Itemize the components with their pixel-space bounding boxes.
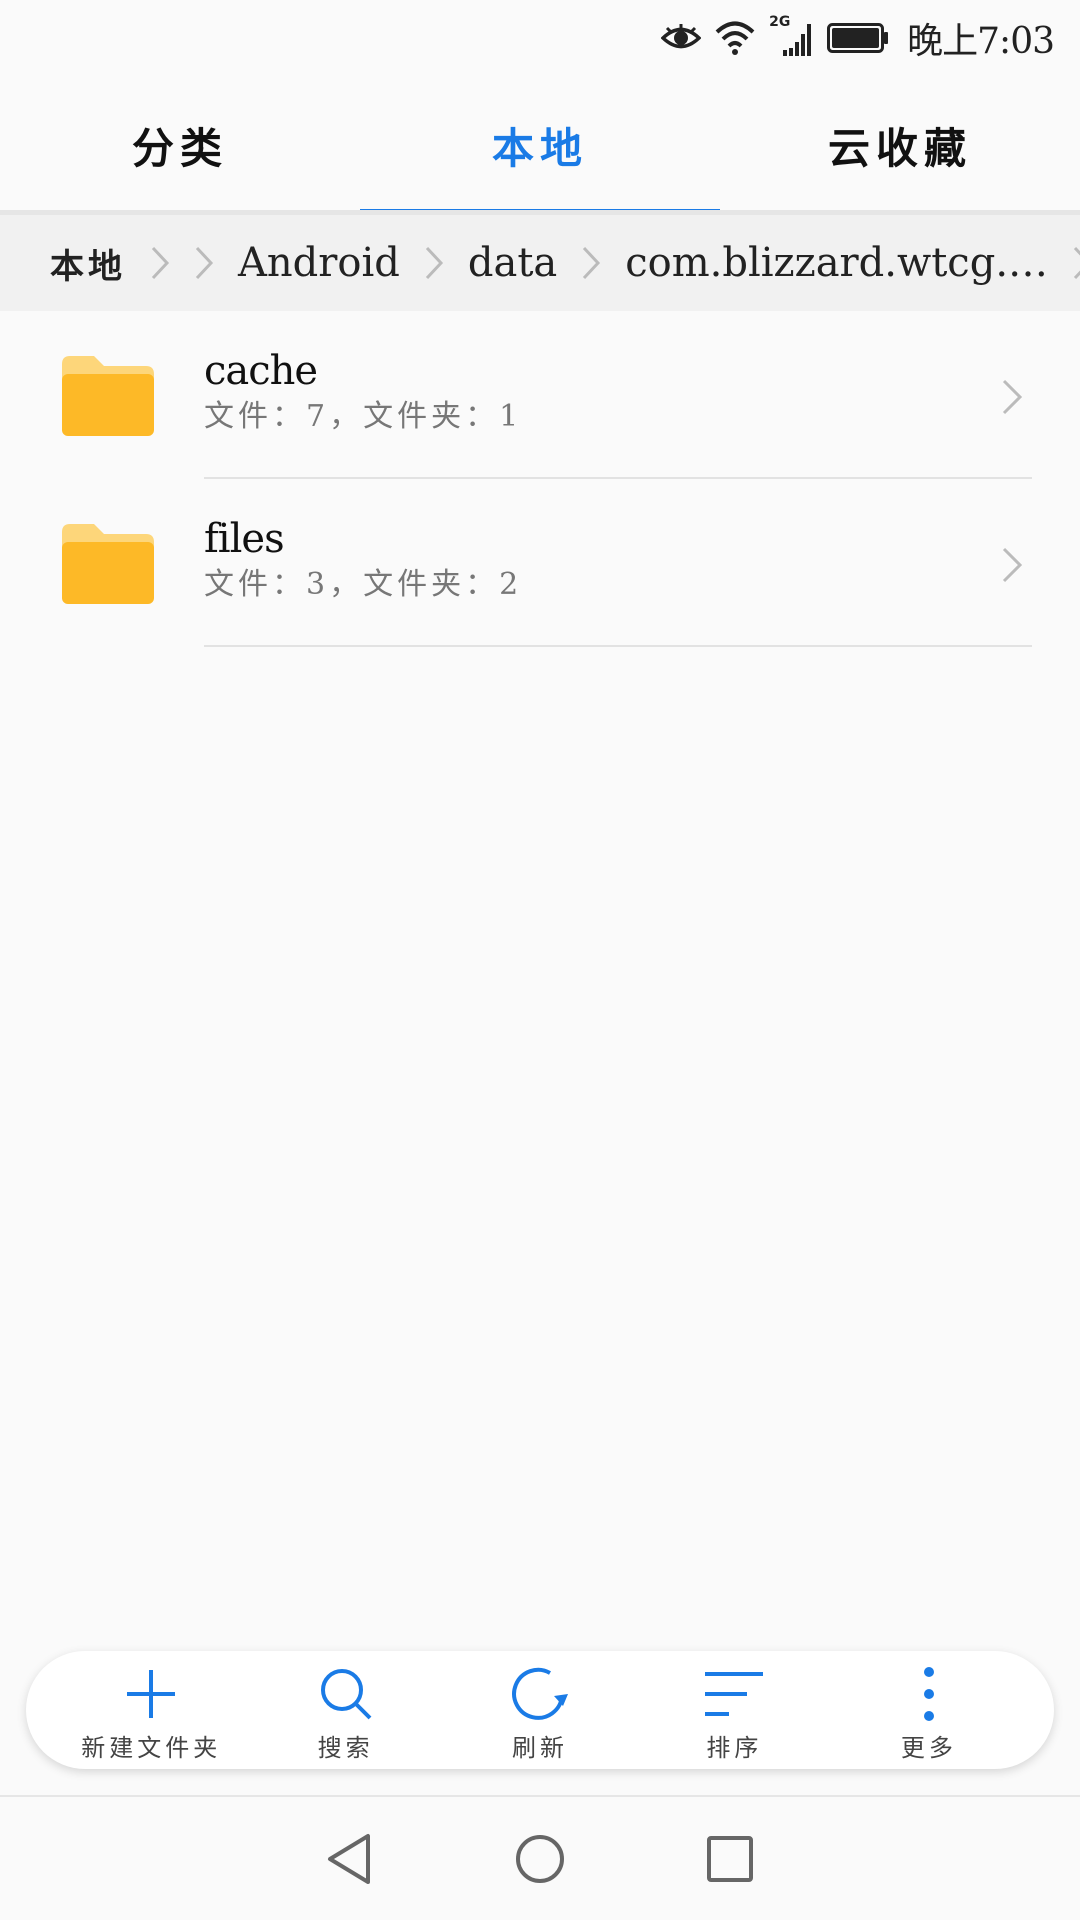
refresh-icon xyxy=(512,1667,569,1720)
more-vertical-icon xyxy=(923,1666,934,1721)
row-divider xyxy=(204,645,1032,647)
chevron-right-icon xyxy=(1000,377,1024,421)
file-meta: 文件：3，文件夹：2 xyxy=(204,567,523,602)
home-button[interactable] xyxy=(510,1829,570,1889)
folder-icon xyxy=(62,356,154,440)
chevron-right-icon xyxy=(1000,545,1024,589)
network-type-label: 2G xyxy=(769,13,791,30)
file-row-files[interactable]: files 文件：3，文件夹：2 xyxy=(0,479,1080,647)
new-folder-label: 新建文件夹 xyxy=(81,1733,222,1762)
breadcrumb-item-android[interactable]: Android xyxy=(238,240,400,286)
tab-bar: 分类 本地 云收藏 xyxy=(0,75,1080,215)
file-meta: 文件：7，文件夹：1 xyxy=(204,399,523,434)
search-button[interactable]: 搜索 xyxy=(248,1651,442,1769)
new-folder-button[interactable]: 新建文件夹 xyxy=(54,1651,248,1769)
plus-icon xyxy=(127,1669,176,1718)
search-icon xyxy=(320,1668,372,1719)
back-triangle-icon xyxy=(328,1833,370,1884)
tab-cloud-favorites[interactable]: 云收藏 xyxy=(720,75,1080,215)
bottom-toolbar: 新建文件夹 搜索 刷新 排序 更多 xyxy=(26,1651,1054,1769)
status-bar: 2G 晚上7:03 xyxy=(0,0,1080,75)
breadcrumb-item-package[interactable]: com.blizzard.wtcg.… xyxy=(625,240,1048,286)
tab-category[interactable]: 分类 xyxy=(0,75,360,215)
sort-label: 排序 xyxy=(706,1733,763,1762)
breadcrumb-item-data[interactable]: data xyxy=(468,240,557,286)
file-row-cache[interactable]: cache 文件：7，文件夹：1 xyxy=(0,311,1080,479)
file-name: files xyxy=(204,516,285,562)
back-button[interactable] xyxy=(320,1829,380,1889)
refresh-label: 刷新 xyxy=(512,1733,569,1762)
battery-icon xyxy=(827,22,889,53)
breadcrumb-item-local[interactable]: 本地 xyxy=(50,239,126,288)
chevron-right-icon xyxy=(150,245,170,281)
cellular-signal-icon: 2G xyxy=(769,14,813,56)
search-label: 搜索 xyxy=(317,1733,374,1762)
chevron-right-icon xyxy=(1072,245,1080,281)
file-name: cache xyxy=(204,348,318,394)
status-time: 晚上7:03 xyxy=(907,20,1055,62)
file-text: files 文件：3，文件夹：2 xyxy=(204,515,522,605)
more-label: 更多 xyxy=(900,1733,957,1762)
chevron-right-icon xyxy=(194,245,214,281)
recents-square-icon xyxy=(707,1835,753,1882)
navigation-bar xyxy=(0,1797,1080,1920)
home-circle-icon xyxy=(516,1834,564,1883)
folder-icon xyxy=(62,524,154,608)
more-button[interactable]: 更多 xyxy=(832,1651,1026,1769)
sort-button[interactable]: 排序 xyxy=(637,1651,831,1769)
file-list: cache 文件：7，文件夹：1 files 文件：3，文件夹：2 xyxy=(0,311,1080,647)
chevron-right-icon xyxy=(581,245,601,281)
chevron-right-icon xyxy=(424,245,444,281)
eye-comfort-icon xyxy=(661,23,702,53)
tab-local[interactable]: 本地 xyxy=(360,75,720,215)
breadcrumb: 本地 Android data com.blizzard.wtcg.… xyxy=(0,215,1080,311)
refresh-button[interactable]: 刷新 xyxy=(443,1651,637,1769)
sort-icon xyxy=(705,1671,764,1716)
recents-button[interactable] xyxy=(700,1829,760,1889)
file-text: cache 文件：7，文件夹：1 xyxy=(204,347,522,437)
wifi-icon xyxy=(715,21,755,55)
